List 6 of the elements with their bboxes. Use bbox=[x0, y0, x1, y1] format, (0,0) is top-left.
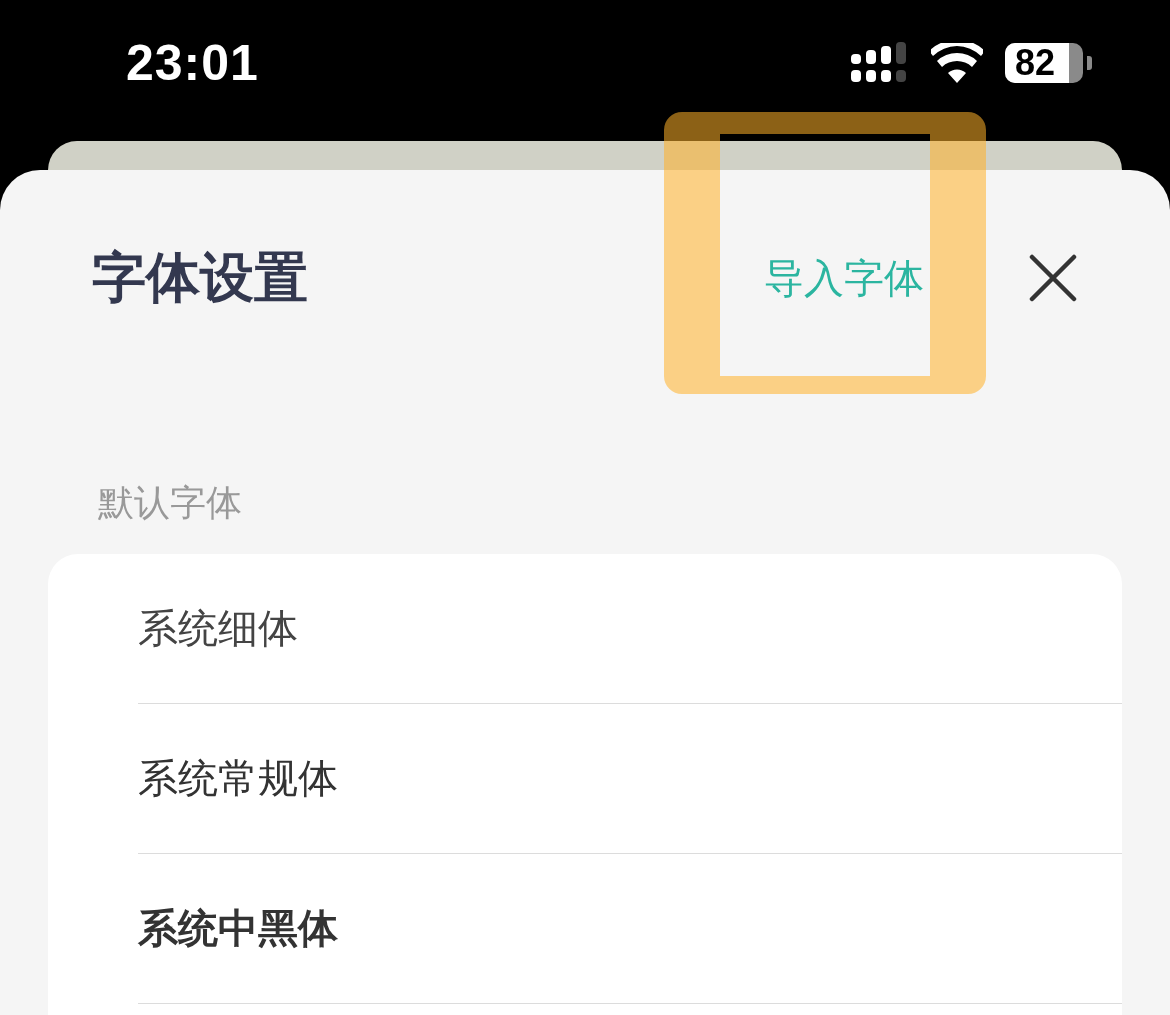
font-option[interactable]: 系统细体 bbox=[138, 601, 298, 656]
font-option[interactable]: 系统常规体 bbox=[138, 751, 338, 806]
font-option[interactable]: 系统中黑体 bbox=[138, 901, 338, 956]
clock: 23:01 bbox=[126, 33, 259, 92]
section-label: 默认字体 bbox=[97, 481, 243, 525]
sheet-title: 字体设置 bbox=[92, 244, 309, 311]
